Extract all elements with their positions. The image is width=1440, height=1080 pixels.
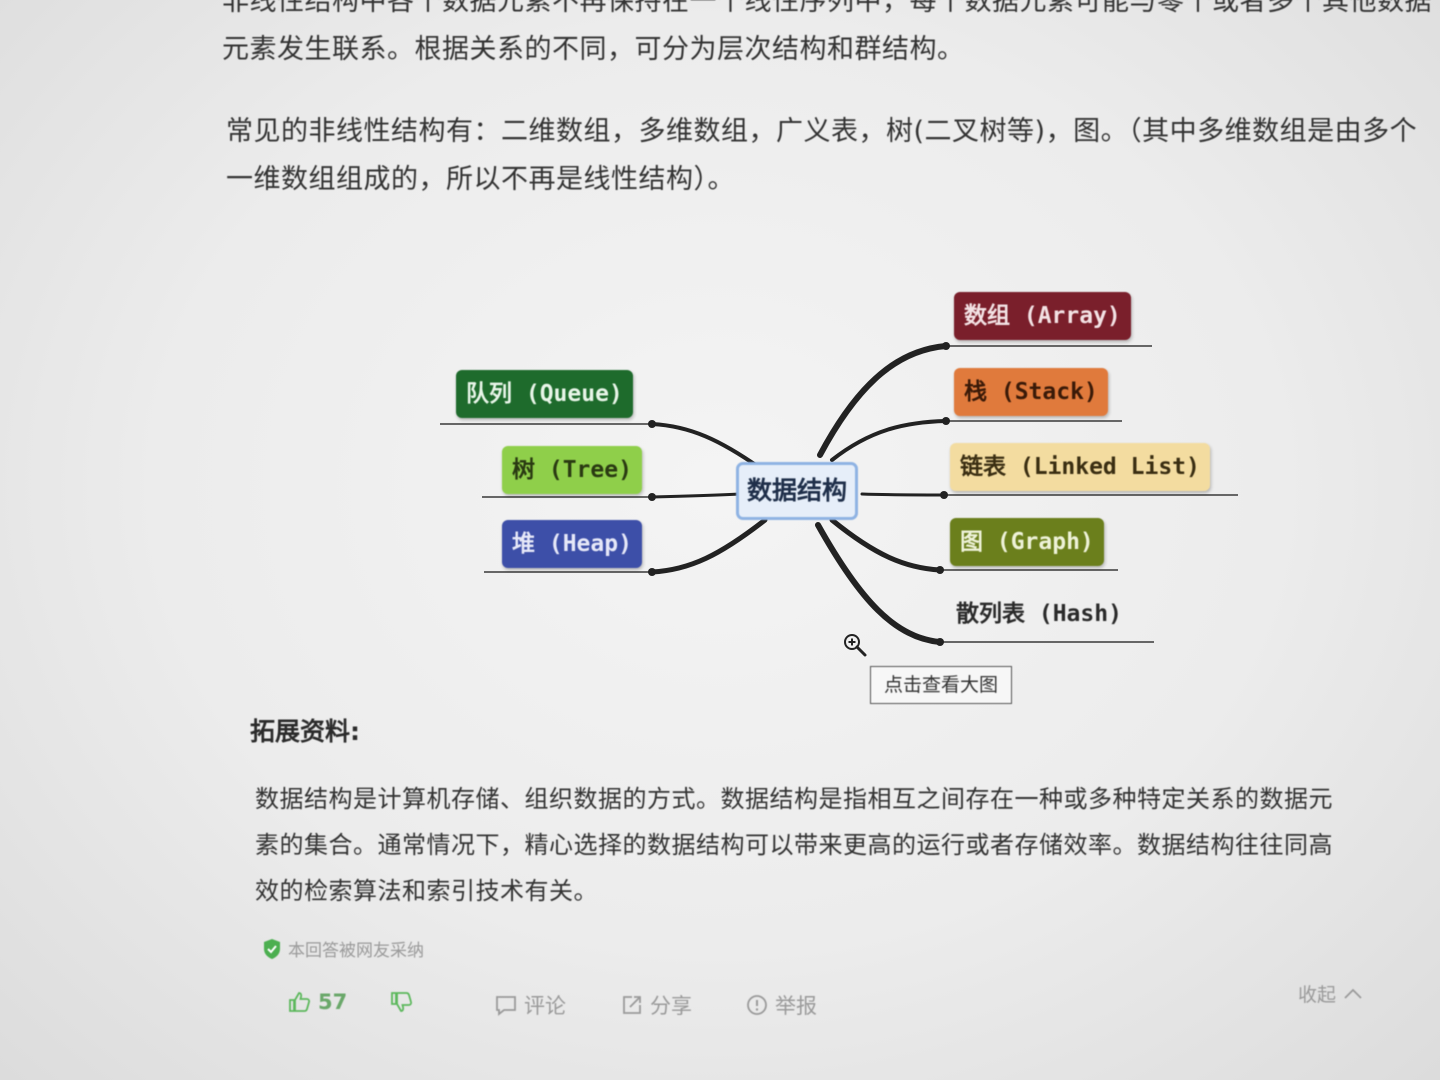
share-label: 分享 [650, 994, 692, 1018]
share-icon [623, 996, 641, 1014]
chevron-up-icon [1344, 988, 1362, 999]
view-large-image-tooltip[interactable]: 点击查看大图 [870, 666, 1012, 704]
like-button[interactable]: 57 [288, 990, 347, 1014]
collapse-button[interactable]: 收起 [1298, 980, 1364, 1007]
intro-paragraph: 非线性结构中各个数据元素不再保持在一个线性序列中，每个数据元素可能与零个或者多个… [222, 0, 1432, 74]
intro-line-1: 非线性结构中各个数据元素不再保持在一个线性序列中，每个数据元素可能与零个或者多个… [222, 0, 1432, 17]
like-count: 57 [318, 990, 348, 1014]
branch-tree [650, 492, 742, 499]
share-button[interactable]: 分享 [620, 990, 692, 1020]
comment-icon [496, 996, 516, 1016]
dislike-button[interactable] [390, 990, 414, 1014]
thumbs-down-icon [391, 992, 413, 1012]
extension-line-3: 效的检索算法和索引技术有关。 [255, 877, 598, 905]
branch-linked-list [860, 492, 946, 497]
extension-line-1: 数据结构是计算机存储、组织数据的方式。数据结构是指相互之间存在一种或多种特定关系… [255, 785, 1333, 813]
zoom-in-icon[interactable] [842, 632, 868, 658]
shield-check-icon [264, 938, 280, 959]
branch-heap [649, 517, 768, 575]
report-label: 举报 [775, 994, 817, 1018]
node-hash: 散列表 (Hash) [956, 601, 1122, 627]
node-linked-list: 链表 (Linked List) [950, 443, 1210, 491]
common-line-1: 常见的非线性结构有：二维数组，多维数组，广义表，树(二叉树等)，图。（其中多维数… [226, 116, 1418, 147]
intro-line-2: 元素发生联系。根据关系的不同，可分为层次结构和群结构。 [222, 34, 965, 65]
extension-heading: 拓展资料: [250, 717, 360, 746]
node-heap: 堆 (Heap) [502, 520, 642, 568]
branch-stack [830, 419, 948, 462]
branch-hash [815, 522, 943, 645]
node-stack: 栈 (Stack) [954, 368, 1108, 416]
extension-paragraph: 数据结构是计算机存储、组织数据的方式。数据结构是指相互之间存在一种或多种特定关系… [255, 776, 1395, 914]
thumbs-up-icon [289, 992, 311, 1012]
comment-button[interactable]: 评论 [494, 990, 566, 1020]
common-structures-paragraph: 常见的非线性结构有：二维数组，多维数组，广义表，树(二叉树等)，图。（其中多维数… [226, 108, 1426, 204]
node-array: 数组 (Array) [954, 292, 1131, 340]
comment-label: 评论 [524, 994, 566, 1018]
common-line-2: 一维数组组成的，所以不再是线性结构）。 [226, 164, 735, 195]
node-graph: 图 (Graph) [950, 518, 1104, 566]
branch-graph [829, 517, 943, 573]
node-tree: 树 (Tree) [502, 446, 642, 494]
node-center: 数据结构 [736, 462, 859, 520]
extension-line-2: 素的集合。通常情况下，精心选择的数据结构可以带来更高的运行或者存储效率。数据结构… [255, 831, 1333, 859]
collapse-label: 收起 [1298, 984, 1337, 1006]
report-icon [747, 995, 767, 1015]
branch-array [817, 343, 949, 458]
accepted-text: 本回答被网友采纳 [288, 941, 424, 961]
node-queue: 队列 (Queue) [456, 370, 633, 418]
report-button[interactable]: 举报 [745, 990, 817, 1020]
accepted-badge: 本回答被网友采纳 [262, 936, 424, 961]
